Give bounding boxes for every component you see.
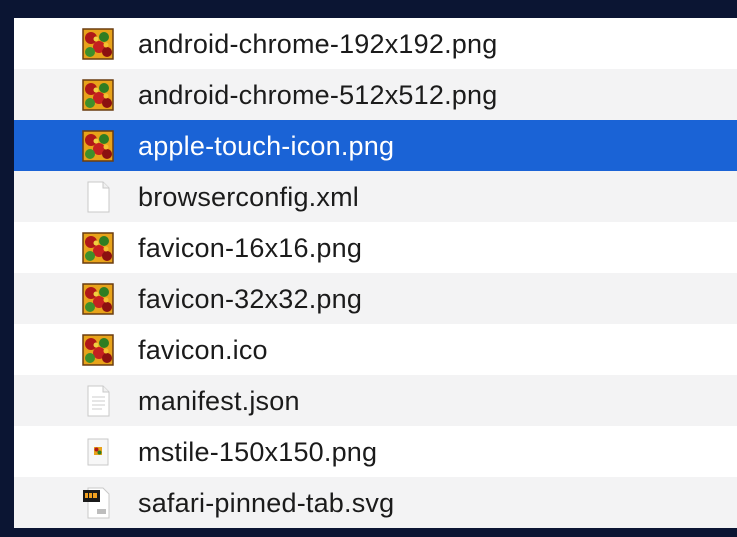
- png-favicon-icon: [82, 283, 114, 315]
- text-document-icon: [82, 385, 114, 417]
- file-name: manifest.json: [138, 386, 300, 416]
- png-favicon-icon: [82, 232, 114, 264]
- file-row[interactable]: favicon-32x32.png: [14, 273, 737, 324]
- blank-document-icon: [82, 181, 114, 213]
- file-name: browserconfig.xml: [138, 182, 359, 212]
- svg-document-icon: [82, 487, 114, 519]
- file-name: safari-pinned-tab.svg: [138, 488, 395, 518]
- file-name: favicon-16x16.png: [138, 233, 363, 263]
- file-name: apple-touch-icon.png: [138, 131, 395, 161]
- file-list: android-chrome-192x192.png android-chrom…: [14, 18, 737, 528]
- file-row[interactable]: safari-pinned-tab.svg: [14, 477, 737, 528]
- file-row[interactable]: manifest.json: [14, 375, 737, 426]
- small-tile-image-icon: [82, 436, 114, 468]
- png-favicon-icon: [82, 130, 114, 162]
- file-row[interactable]: favicon.ico: [14, 324, 737, 375]
- file-row[interactable]: browserconfig.xml: [14, 171, 737, 222]
- file-name: favicon-32x32.png: [138, 284, 363, 314]
- file-row[interactable]: android-chrome-192x192.png: [14, 18, 737, 69]
- file-name: mstile-150x150.png: [138, 437, 378, 467]
- file-row[interactable]: favicon-16x16.png: [14, 222, 737, 273]
- png-favicon-icon: [82, 28, 114, 60]
- png-favicon-icon: [82, 334, 114, 366]
- file-name: android-chrome-192x192.png: [138, 29, 498, 59]
- file-row[interactable]: android-chrome-512x512.png: [14, 69, 737, 120]
- file-name: android-chrome-512x512.png: [138, 80, 498, 110]
- file-row-selected[interactable]: apple-touch-icon.png: [14, 120, 737, 171]
- png-favicon-icon: [82, 79, 114, 111]
- file-name: favicon.ico: [138, 335, 268, 365]
- file-row[interactable]: mstile-150x150.png: [14, 426, 737, 477]
